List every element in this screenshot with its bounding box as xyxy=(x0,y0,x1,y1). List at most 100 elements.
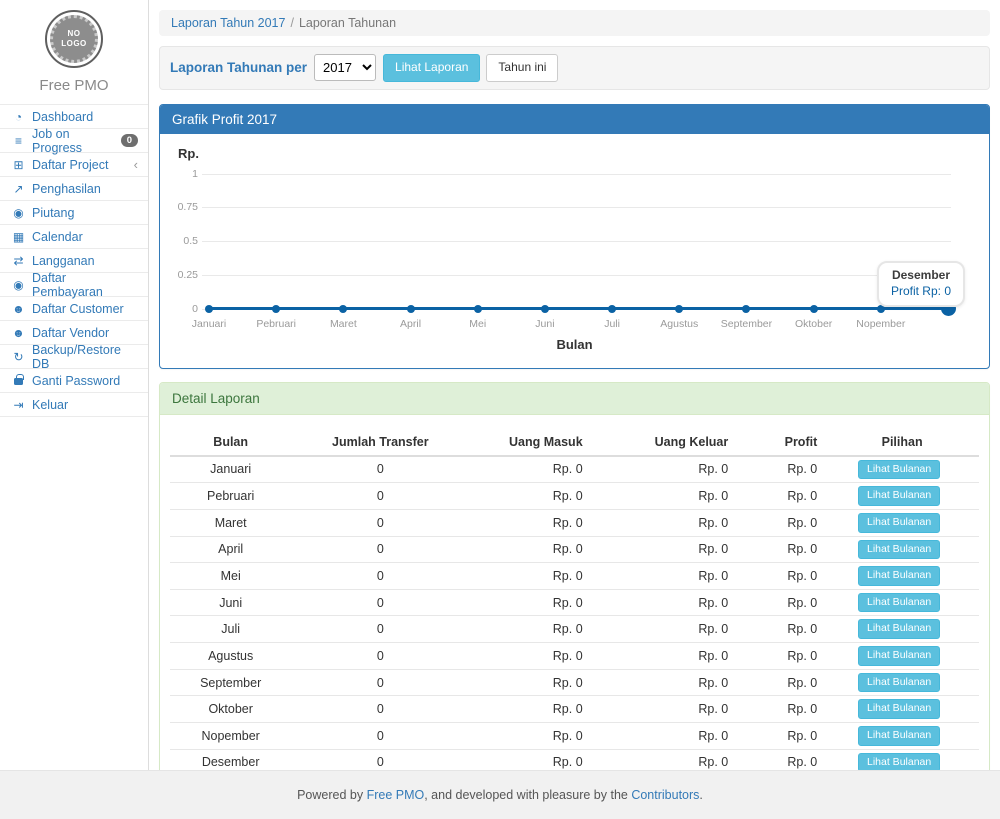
footer: Powered by Free PMO, and developed with … xyxy=(0,770,1000,819)
data-point-april[interactable] xyxy=(407,305,415,313)
sidebar-item-dashboard[interactable]: ◔Dashboard xyxy=(0,105,148,129)
profit-series-line xyxy=(209,307,948,310)
cell-uang-masuk: Rp. 0 xyxy=(469,509,590,536)
view-monthly-button-mei[interactable]: Lihat Bulanan xyxy=(858,566,940,586)
chart-panel-body: Rp. Desember Profit Rp: 0 00.250.50.751J… xyxy=(160,134,989,368)
y-axis-title: Rp. xyxy=(178,146,979,161)
data-point-pebruari[interactable] xyxy=(272,305,280,313)
cell-uang-keluar: Rp. 0 xyxy=(591,589,737,616)
cell-jumlah-transfer: 0 xyxy=(291,616,469,643)
footer-link-free-pmo[interactable]: Free PMO xyxy=(367,788,425,802)
footer-text: Powered by Free PMO, and developed with … xyxy=(297,788,703,802)
view-monthly-button-september[interactable]: Lihat Bulanan xyxy=(858,673,940,693)
cell-profit: Rp. 0 xyxy=(736,696,825,723)
sidebar-item-daftar-customer[interactable]: ☻Daftar Customer xyxy=(0,297,148,321)
year-select[interactable]: 2017 xyxy=(314,54,376,81)
cell-month: Agustus xyxy=(170,643,291,670)
sidebar-item-ganti-password[interactable]: Ganti Password xyxy=(0,369,148,393)
table-icon: ⊞ xyxy=(10,158,27,172)
sidebar-item-job-on-progress[interactable]: ≡Job on Progress0 xyxy=(0,129,148,153)
detail-panel-body: BulanJumlah TransferUang MasukUang Kelua… xyxy=(160,415,989,814)
sidebar-item-daftar-vendor[interactable]: ☻Daftar Vendor xyxy=(0,321,148,345)
cell-pilihan: Lihat Bulanan xyxy=(825,509,979,536)
data-point-oktober[interactable] xyxy=(810,305,818,313)
view-monthly-button-agustus[interactable]: Lihat Bulanan xyxy=(858,646,940,666)
cell-uang-masuk: Rp. 0 xyxy=(469,616,590,643)
cell-uang-keluar: Rp. 0 xyxy=(591,616,737,643)
this-year-button[interactable]: Tahun ini xyxy=(486,54,558,82)
cell-month: Pebruari xyxy=(170,483,291,510)
view-monthly-button-juli[interactable]: Lihat Bulanan xyxy=(858,619,940,639)
view-monthly-button-pebruari[interactable]: Lihat Bulanan xyxy=(858,486,940,506)
view-monthly-button-januari[interactable]: Lihat Bulanan xyxy=(858,460,940,480)
data-point-juni[interactable] xyxy=(541,305,549,313)
x-tick-label: Juni xyxy=(535,318,554,330)
data-point-maret[interactable] xyxy=(339,305,347,313)
sidebar-item-label: Daftar Vendor xyxy=(32,326,109,340)
count-badge: 0 xyxy=(121,134,138,148)
chart-panel-title: Grafik Profit 2017 xyxy=(160,105,989,134)
data-point-juli[interactable] xyxy=(608,305,616,313)
table-row-juni: Juni0Rp. 0Rp. 0Rp. 0Lihat Bulanan xyxy=(170,589,979,616)
gridline xyxy=(202,207,951,208)
lock-icon xyxy=(10,374,27,388)
view-monthly-button-juni[interactable]: Lihat Bulanan xyxy=(858,593,940,613)
cell-uang-masuk: Rp. 0 xyxy=(469,536,590,563)
column-header-jumlah-transfer: Jumlah Transfer xyxy=(291,429,469,456)
brand-name: Free PMO xyxy=(0,77,148,94)
sidebar-item-penghasilan[interactable]: ↗Penghasilan xyxy=(0,177,148,201)
sidebar-item-label: Calendar xyxy=(32,230,83,244)
detail-panel-title: Detail Laporan xyxy=(160,383,989,415)
data-point-januari[interactable] xyxy=(205,305,213,313)
chart-tooltip: Desember Profit Rp: 0 xyxy=(877,261,965,307)
gridline xyxy=(202,275,951,276)
view-monthly-button-oktober[interactable]: Lihat Bulanan xyxy=(858,699,940,719)
cell-profit: Rp. 0 xyxy=(736,616,825,643)
cell-month: September xyxy=(170,669,291,696)
table-row-mei: Mei0Rp. 0Rp. 0Rp. 0Lihat Bulanan xyxy=(170,563,979,590)
data-point-mei[interactable] xyxy=(474,305,482,313)
x-tick-label: Januari xyxy=(192,318,226,330)
sidebar-item-langganan[interactable]: ⇄Langganan xyxy=(0,249,148,273)
view-monthly-button-april[interactable]: Lihat Bulanan xyxy=(858,540,940,560)
breadcrumb-separator: / xyxy=(290,16,293,30)
x-tick-label: Agustus xyxy=(660,318,698,330)
sidebar-item-daftar-pembayaran[interactable]: ◉Daftar Pembayaran xyxy=(0,273,148,297)
cell-profit: Rp. 0 xyxy=(736,643,825,670)
table-header-row: BulanJumlah TransferUang MasukUang Kelua… xyxy=(170,429,979,456)
cell-uang-keluar: Rp. 0 xyxy=(591,723,737,750)
cell-profit: Rp. 0 xyxy=(736,563,825,590)
sidebar-item-piutang[interactable]: ◉Piutang xyxy=(0,201,148,225)
sidebar-menu: ◔Dashboard≡Job on Progress0⊞Daftar Proje… xyxy=(0,104,148,417)
gridline xyxy=(202,174,951,175)
sidebar-item-backup-restore-db[interactable]: ↻Backup/Restore DB xyxy=(0,345,148,369)
cell-uang-masuk: Rp. 0 xyxy=(469,669,590,696)
main-row: NO LOGO Free PMO ◔Dashboard≡Job on Progr… xyxy=(0,0,1000,770)
breadcrumb-link-laporan-tahun[interactable]: Laporan Tahun 2017 xyxy=(171,16,285,30)
data-point-agustus[interactable] xyxy=(675,305,683,313)
cell-jumlah-transfer: 0 xyxy=(291,536,469,563)
view-report-button[interactable]: Lihat Laporan xyxy=(383,54,480,82)
sidebar-item-calendar[interactable]: ▦Calendar xyxy=(0,225,148,249)
cell-jumlah-transfer: 0 xyxy=(291,456,469,483)
data-point-september[interactable] xyxy=(742,305,750,313)
sidebar-item-label: Ganti Password xyxy=(32,374,120,388)
cell-pilihan: Lihat Bulanan xyxy=(825,483,979,510)
cell-profit: Rp. 0 xyxy=(736,536,825,563)
refresh-icon: ↻ xyxy=(10,350,27,364)
tooltip-value: Profit Rp: 0 xyxy=(891,284,951,298)
view-monthly-button-maret[interactable]: Lihat Bulanan xyxy=(858,513,940,533)
cell-pilihan: Lihat Bulanan xyxy=(825,536,979,563)
cell-pilihan: Lihat Bulanan xyxy=(825,669,979,696)
sign-out-icon: ⇥ xyxy=(10,398,27,412)
sidebar-item-label: Langganan xyxy=(32,254,95,268)
column-header-uang-keluar: Uang Keluar xyxy=(591,429,737,456)
view-monthly-button-nopember[interactable]: Lihat Bulanan xyxy=(858,726,940,746)
breadcrumb: Laporan Tahun 2017/Laporan Tahunan xyxy=(159,10,990,36)
sidebar-item-daftar-project[interactable]: ⊞Daftar Project‹ xyxy=(0,153,148,177)
footer-link-contributors[interactable]: Contributors xyxy=(631,788,699,802)
x-tick-label: Pebruari xyxy=(256,318,296,330)
cell-month: Nopember xyxy=(170,723,291,750)
cell-uang-keluar: Rp. 0 xyxy=(591,456,737,483)
sidebar-item-keluar[interactable]: ⇥Keluar xyxy=(0,393,148,417)
